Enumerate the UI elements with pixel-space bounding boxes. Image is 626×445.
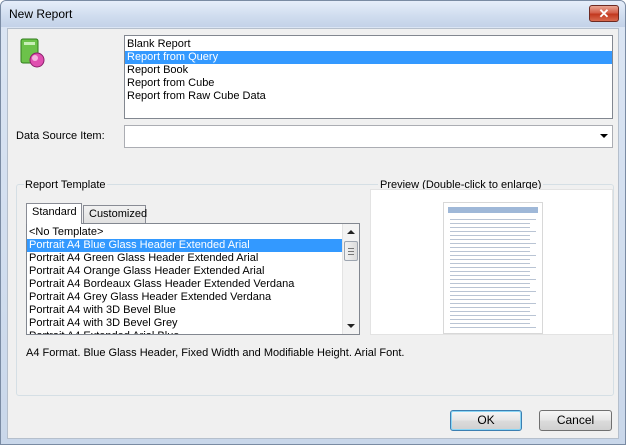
thumbnail-line: [450, 303, 536, 304]
title-bar[interactable]: New Report ✕: [1, 1, 625, 27]
template-item[interactable]: Portrait A4 Orange Glass Header Extended…: [27, 265, 343, 278]
template-items: <No Template> Portrait A4 Blue Glass Head…: [27, 226, 343, 334]
template-scrollbar[interactable]: [342, 224, 359, 334]
thumbnail-line: [450, 311, 530, 312]
thumbnail-line: [450, 263, 530, 264]
thumbnail-line: [450, 259, 530, 260]
ok-button[interactable]: OK: [450, 410, 522, 431]
dialog-body: Blank Report Report from Query Report Book…: [7, 28, 619, 439]
grip-line: [348, 251, 354, 252]
thumbnail-line: [450, 295, 530, 296]
scroll-up-icon[interactable]: [347, 230, 355, 234]
template-item[interactable]: <No Template>: [27, 226, 343, 239]
grip-line: [348, 254, 354, 255]
thumbnail-line: [450, 299, 530, 300]
scroll-down-icon[interactable]: [347, 324, 355, 328]
thumbnail-line: [450, 291, 536, 292]
template-item[interactable]: Portrait A4 Blue Glass Header Extended A…: [27, 239, 343, 252]
tab-customized[interactable]: Customized: [83, 205, 147, 224]
preview-thumbnail: [443, 202, 543, 334]
report-type-list[interactable]: Blank Report Report from Query Report Book…: [124, 35, 613, 119]
close-button[interactable]: ✕: [589, 5, 619, 22]
report-type-item[interactable]: Report from Query: [125, 51, 612, 64]
scroll-thumb[interactable]: [344, 241, 358, 261]
report-template-label: Report Template: [24, 179, 107, 191]
thumbnail-line: [450, 219, 536, 220]
grip-line: [348, 248, 354, 249]
template-description: A4 Format. Blue Glass Header, Fixed Widt…: [26, 347, 405, 359]
thumbnail-line: [450, 243, 536, 244]
thumbnail-line: [450, 327, 536, 328]
window-title: New Report: [9, 7, 73, 21]
report-type-item[interactable]: Report from Cube: [125, 77, 612, 90]
thumbnail-line: [450, 251, 530, 252]
thumbnail-line: [450, 231, 536, 232]
template-item[interactable]: Portrait A4 Extended Arial Blue: [27, 330, 343, 334]
cancel-button[interactable]: Cancel: [539, 410, 612, 431]
thumbnail-line: [450, 271, 530, 272]
tab-standard[interactable]: Standard: [26, 203, 82, 224]
thumbnail-line: [450, 315, 536, 316]
thumbnail-line: [450, 223, 530, 224]
thumbnail-line: [450, 267, 536, 268]
data-source-dropdown[interactable]: [124, 125, 613, 148]
thumbnail-line: [450, 255, 536, 256]
template-item[interactable]: Portrait A4 Bordeaux Glass Header Extend…: [27, 278, 343, 291]
thumbnail-line: [450, 239, 530, 240]
thumbnail-line: [450, 323, 530, 324]
template-item[interactable]: Portrait A4 with 3D Bevel Blue: [27, 304, 343, 317]
template-item[interactable]: Portrait A4 Green Glass Header Extended …: [27, 252, 343, 265]
template-item[interactable]: Portrait A4 Grey Glass Header Extended V…: [27, 291, 343, 304]
thumbnail-header: [448, 207, 538, 213]
thumbnail-line: [450, 307, 530, 308]
template-list[interactable]: <No Template> Portrait A4 Blue Glass Head…: [26, 223, 360, 335]
template-preview[interactable]: [370, 189, 613, 335]
report-type-item[interactable]: Blank Report: [125, 38, 612, 51]
report-type-item[interactable]: Report Book: [125, 64, 612, 77]
new-report-dialog: New Report ✕ Blank Report Report from Que…: [0, 0, 626, 445]
template-item[interactable]: Portrait A4 with 3D Bevel Grey: [27, 317, 343, 330]
thumbnail-line: [450, 275, 530, 276]
chevron-down-icon[interactable]: [600, 134, 608, 138]
thumbnail-line: [450, 287, 530, 288]
data-source-label: Data Source Item:: [16, 130, 105, 142]
thumbnail-line: [450, 247, 530, 248]
thumbnail-line: [450, 279, 536, 280]
report-type-item[interactable]: Report from Raw Cube Data: [125, 90, 612, 103]
report-icon: [20, 38, 45, 68]
thumbnail-line: [450, 319, 530, 320]
thumbnail-line: [450, 227, 530, 228]
thumbnail-line: [450, 283, 530, 284]
thumbnail-line: [450, 235, 530, 236]
